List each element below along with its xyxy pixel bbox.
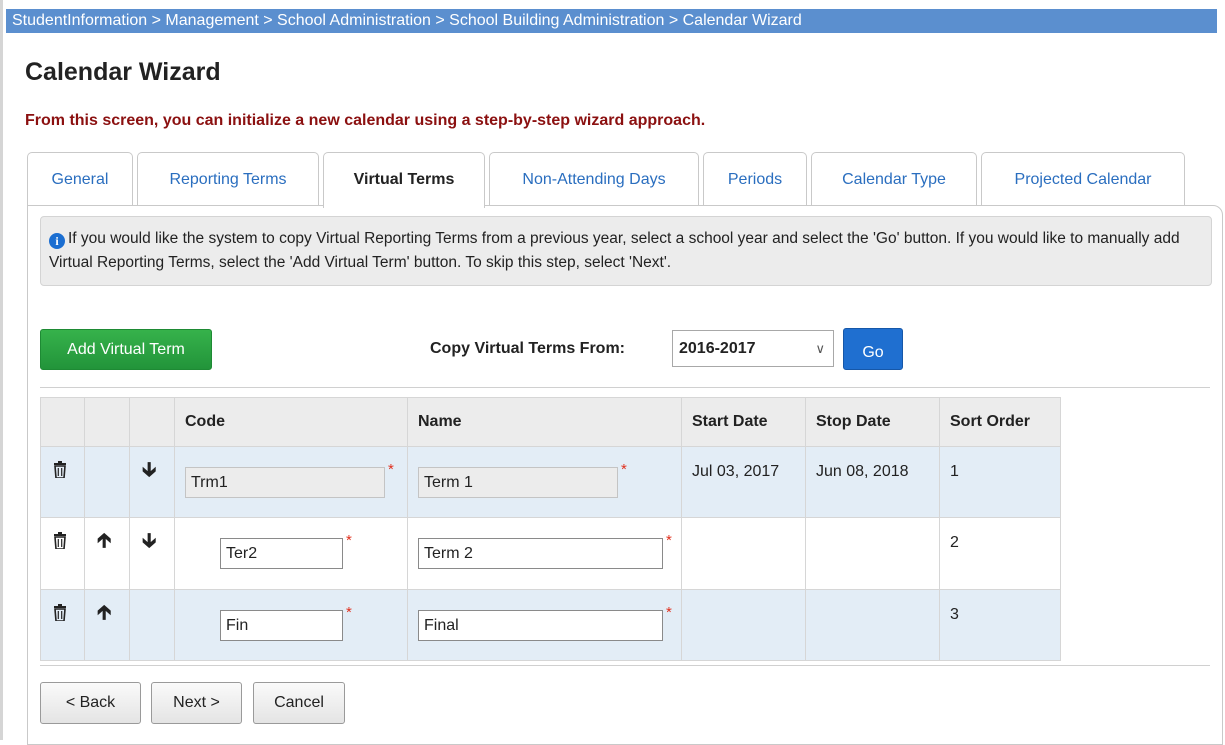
required-marker: *	[666, 532, 672, 549]
move-up-cell	[84, 446, 130, 518]
move-down-cell: 🡳	[129, 517, 175, 590]
tab-general[interactable]: General	[27, 152, 133, 206]
code-input[interactable]: Fin	[220, 610, 343, 641]
trash-icon[interactable]	[53, 461, 67, 483]
name-field[interactable]: Term 1	[418, 467, 618, 498]
code-cell: Ter2 *	[174, 517, 408, 590]
trash-icon[interactable]	[53, 604, 67, 626]
trash-icon[interactable]	[53, 532, 67, 554]
name-input[interactable]: Final	[418, 610, 663, 641]
sort-order-cell: 2	[939, 517, 1061, 590]
move-down-cell: 🡳	[129, 446, 175, 518]
name-cell: Term 1 *	[407, 446, 682, 518]
table-row: 🡱 🡳 Ter2 * Term 2 * 2	[40, 517, 1061, 590]
name-input[interactable]: Term 2	[418, 538, 663, 569]
arrow-down-icon[interactable]: 🡳	[142, 460, 156, 480]
tab-periods[interactable]: Periods	[703, 152, 807, 206]
arrow-up-icon[interactable]: 🡱	[97, 531, 111, 551]
next-button[interactable]: Next >	[151, 682, 242, 724]
column-header	[84, 397, 130, 447]
divider	[40, 387, 1210, 388]
window-edge	[0, 0, 3, 740]
column-header-start-date: Start Date	[681, 397, 806, 447]
divider	[40, 665, 1210, 666]
required-marker: *	[388, 461, 394, 478]
delete-cell	[40, 446, 85, 518]
copy-from-label: Copy Virtual Terms From:	[430, 340, 625, 357]
column-header-stop-date: Stop Date	[805, 397, 940, 447]
name-cell: Term 2 *	[407, 517, 682, 590]
move-up-cell: 🡱	[84, 589, 130, 661]
column-header-sort-order: Sort Order	[939, 397, 1061, 447]
code-cell: Trm1 *	[174, 446, 408, 518]
move-up-cell: 🡱	[84, 517, 130, 590]
intro-text: From this screen, you can initialize a n…	[25, 112, 706, 129]
sort-order-cell: 3	[939, 589, 1061, 661]
arrow-up-icon[interactable]: 🡱	[97, 603, 111, 623]
stop-date-cell: Jun 08, 2018	[805, 446, 940, 518]
code-input[interactable]: Ter2	[220, 538, 343, 569]
table-header-row: Code Name Start Date Stop Date Sort Orde…	[40, 397, 1061, 447]
column-header	[129, 397, 175, 447]
tab-calendar-type[interactable]: Calendar Type	[811, 152, 977, 206]
breadcrumb: StudentInformation > Management > School…	[6, 9, 1217, 33]
code-cell: Fin *	[174, 589, 408, 661]
column-header	[40, 397, 85, 447]
school-year-select[interactable]: 2016-2017 ∨	[672, 330, 834, 367]
tab-virtual-terms[interactable]: Virtual Terms	[323, 152, 485, 208]
required-marker: *	[346, 532, 352, 549]
code-field[interactable]: Trm1	[185, 467, 385, 498]
stop-date-cell	[805, 589, 940, 661]
start-date-cell: Jul 03, 2017	[681, 446, 806, 518]
start-date-cell	[681, 589, 806, 661]
school-year-value: 2016-2017	[679, 340, 756, 357]
column-header-name: Name	[407, 397, 682, 447]
cancel-button[interactable]: Cancel	[253, 682, 345, 724]
stop-date-cell	[805, 517, 940, 590]
chevron-down-icon: ∨	[815, 341, 825, 356]
sort-order-cell: 1	[939, 446, 1061, 518]
move-down-cell	[129, 589, 175, 661]
column-header-code: Code	[174, 397, 408, 447]
delete-cell	[40, 517, 85, 590]
arrow-down-icon[interactable]: 🡳	[142, 531, 156, 551]
required-marker: *	[346, 604, 352, 621]
name-cell: Final *	[407, 589, 682, 661]
info-text: If you would like the system to copy Vir…	[49, 230, 1180, 271]
delete-cell	[40, 589, 85, 661]
tab-reporting-terms[interactable]: Reporting Terms	[137, 152, 319, 206]
go-button[interactable]: Go	[843, 328, 903, 370]
required-marker: *	[666, 604, 672, 621]
back-button[interactable]: < Back	[40, 682, 141, 724]
page-title: Calendar Wizard	[25, 58, 221, 86]
tab-non-attending-days[interactable]: Non-Attending Days	[489, 152, 699, 206]
table-row: 🡳 Trm1 * Term 1 * Jul 03, 2017 Jun 08, 2…	[40, 446, 1061, 518]
add-virtual-term-button[interactable]: Add Virtual Term	[40, 329, 212, 370]
info-message: i If you would like the system to copy Vi…	[40, 216, 1212, 286]
start-date-cell	[681, 517, 806, 590]
virtual-terms-table: Code Name Start Date Stop Date Sort Orde…	[40, 397, 1061, 661]
tab-projected-calendar[interactable]: Projected Calendar	[981, 152, 1185, 206]
info-icon: i	[49, 233, 65, 249]
required-marker: *	[621, 461, 627, 478]
table-row: 🡱 Fin * Final * 3	[40, 589, 1061, 661]
